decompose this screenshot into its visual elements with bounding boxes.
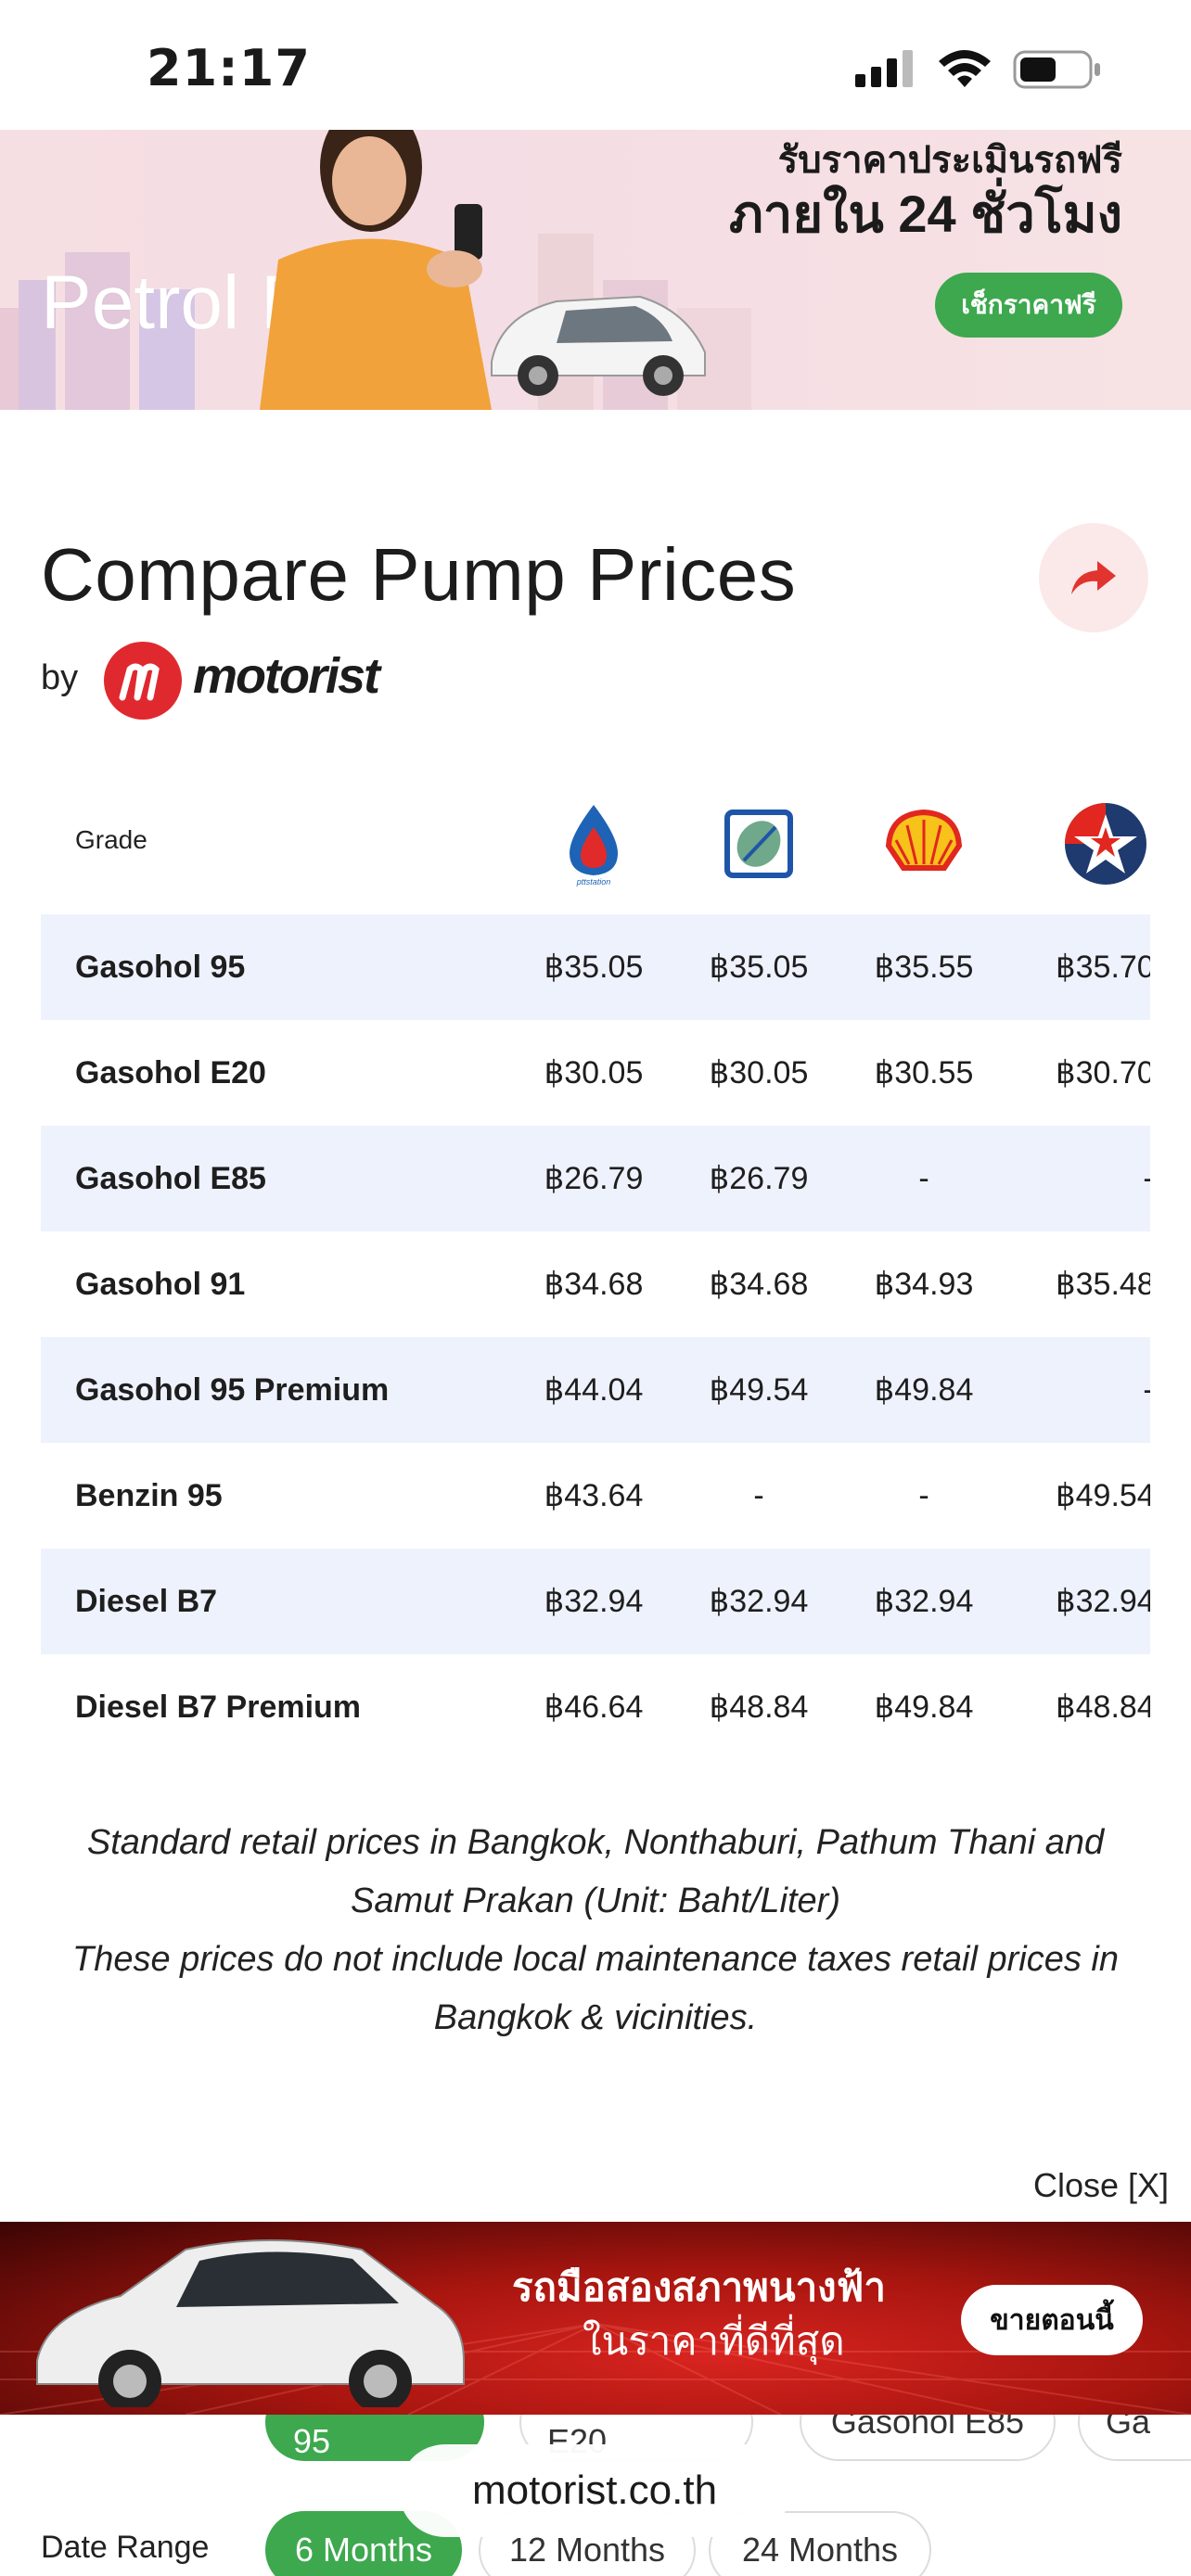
- price-cell: ฿34.93: [874, 1267, 974, 1302]
- share-button[interactable]: [1039, 523, 1148, 632]
- table-row: Gasohol 91 ฿34.68 ฿34.68 ฿34.93 ฿35.48: [41, 1231, 1150, 1337]
- fuel-chip[interactable]: Ga: [1078, 2415, 1191, 2461]
- price-cell: ฿49.54: [1056, 1478, 1150, 1513]
- grade-name: Gasohol 95: [75, 949, 246, 985]
- bangchak-icon: [712, 797, 805, 890]
- bottom-ad-banner[interactable]: รถมือสองสภาพนางฟ้า ในราคาที่ดีที่สุด ขาย…: [0, 2222, 1191, 2415]
- woman-with-phone-illustration: [260, 130, 492, 410]
- price-cell: -: [918, 1160, 929, 1196]
- caltex-icon: [1059, 797, 1150, 890]
- battery-icon: [1013, 50, 1100, 89]
- ptt-station-icon: pttstation: [547, 797, 640, 890]
- ad-car-illustration: [36, 2239, 465, 2407]
- table-row: Gasohol E20 ฿30.05 ฿30.05 ฿30.55 ฿30.70: [41, 1020, 1150, 1126]
- footnote-line-2: These prices do not include local mainte…: [72, 1940, 1119, 2037]
- table-row: Benzin 95 ฿43.64 - - ฿49.54: [41, 1443, 1150, 1549]
- status-time: 21:17: [147, 39, 311, 97]
- price-cell: ฿26.79: [709, 1161, 809, 1196]
- price-cell: ฿32.94: [1056, 1584, 1150, 1619]
- price-cell: ฿46.64: [544, 1690, 644, 1725]
- motorist-logo-icon: [104, 642, 182, 720]
- price-cell: ฿32.94: [874, 1584, 974, 1619]
- table-row: Gasohol 95 ฿35.05 ฿35.05 ฿35.55 ฿35.70: [41, 914, 1150, 1020]
- check-price-button[interactable]: เช็กราคาฟรี: [935, 273, 1122, 338]
- price-cell: ฿43.64: [544, 1478, 644, 1513]
- ad-sell-now-button[interactable]: ขายตอนนี้: [961, 2285, 1143, 2355]
- price-cell: -: [1074, 1126, 1150, 1231]
- table-row: Diesel B7 Premium ฿46.64 ฿48.84 ฿49.84 ฿…: [41, 1654, 1150, 1743]
- price-cell: -: [753, 1477, 764, 1513]
- motorist-wordmark: motorist: [193, 648, 380, 704]
- price-cell: ฿30.70: [1056, 1055, 1150, 1090]
- wifi-icon: [939, 50, 991, 87]
- price-cell: ฿30.05: [709, 1055, 809, 1090]
- shell-icon: [877, 797, 970, 890]
- grade-name: Gasohol 95 Premium: [75, 1371, 390, 1408]
- promo-line-2: ภายใน 24 ชั่วโมง: [729, 185, 1122, 243]
- price-cell: ฿30.05: [544, 1055, 644, 1090]
- price-cell: ฿35.70: [1056, 950, 1150, 985]
- grade-name: Diesel B7: [75, 1583, 218, 1619]
- ad-subheadline: ในราคาที่ดีที่สุด: [583, 2319, 845, 2363]
- ad-headline: รถมือสองสภาพนางฟ้า: [512, 2265, 886, 2309]
- browser-address-bar[interactable]: motorist.co.th: [399, 2444, 790, 2537]
- price-cell: ฿35.55: [874, 950, 974, 985]
- grade-name: Gasohol E20: [75, 1054, 266, 1090]
- footnote-line-1: Standard retail prices in Bangkok, Nonth…: [86, 1823, 1105, 1920]
- price-cell: ฿32.94: [544, 1584, 644, 1619]
- price-cell: ฿35.05: [544, 950, 644, 985]
- close-ad-button[interactable]: Close [X]: [1033, 2166, 1169, 2205]
- price-cell: ฿26.79: [544, 1161, 644, 1196]
- price-cell: -: [1074, 1337, 1150, 1443]
- grade-name: Diesel B7 Premium: [75, 1689, 362, 1725]
- price-cell: ฿48.84: [1056, 1690, 1150, 1725]
- price-cell: ฿34.68: [709, 1267, 809, 1302]
- fuel-chip[interactable]: Gasohol E85: [800, 2415, 1056, 2461]
- svg-text:pttstation: pttstation: [576, 877, 611, 886]
- table-header: Grade pttstation: [41, 779, 1150, 914]
- price-cell: ฿49.84: [874, 1690, 974, 1725]
- page-title: Compare Pump Prices: [41, 533, 797, 616]
- table-row: Gasohol 95 Premium ฿44.04 ฿49.54 ฿49.84 …: [41, 1337, 1150, 1443]
- grade-name: Benzin 95: [75, 1477, 223, 1513]
- grade-column-header: Grade: [75, 825, 147, 854]
- grade-name: Gasohol 91: [75, 1266, 246, 1302]
- grade-name: Gasohol E85: [75, 1160, 266, 1196]
- price-table: Grade pttstation Gasohol 95 ฿35.05 ฿35.0…: [41, 779, 1150, 1743]
- date-range-label: Date Range: [41, 2530, 210, 2565]
- price-cell: ฿30.55: [874, 1055, 974, 1090]
- hero-banner[interactable]: Petrol Prices รับราคาประเมินรถฟรี ภายใน …: [0, 130, 1191, 410]
- price-cell: ฿44.04: [544, 1372, 644, 1408]
- price-cell: ฿35.48: [1056, 1267, 1150, 1302]
- price-cell: ฿35.05: [709, 950, 809, 985]
- by-label: by: [41, 658, 79, 697]
- table-row: Gasohol E85 ฿26.79 ฿26.79 - -: [41, 1126, 1150, 1231]
- price-cell: ฿48.84: [709, 1690, 809, 1725]
- price-cell: ฿34.68: [544, 1267, 644, 1302]
- white-car-illustration: [491, 295, 706, 396]
- status-bar: 21:17: [0, 0, 1191, 130]
- cellular-signal-icon: [855, 50, 913, 87]
- price-cell: ฿49.54: [709, 1372, 809, 1408]
- price-footnote: Standard retail prices in Bangkok, Nonth…: [41, 1814, 1150, 2047]
- price-cell: ฿49.84: [874, 1372, 974, 1408]
- price-cell: -: [918, 1477, 929, 1513]
- table-row: Diesel B7 ฿32.94 ฿32.94 ฿32.94 ฿32.94: [41, 1549, 1150, 1654]
- price-cell: ฿32.94: [709, 1584, 809, 1619]
- share-arrow-icon: [1071, 561, 1116, 594]
